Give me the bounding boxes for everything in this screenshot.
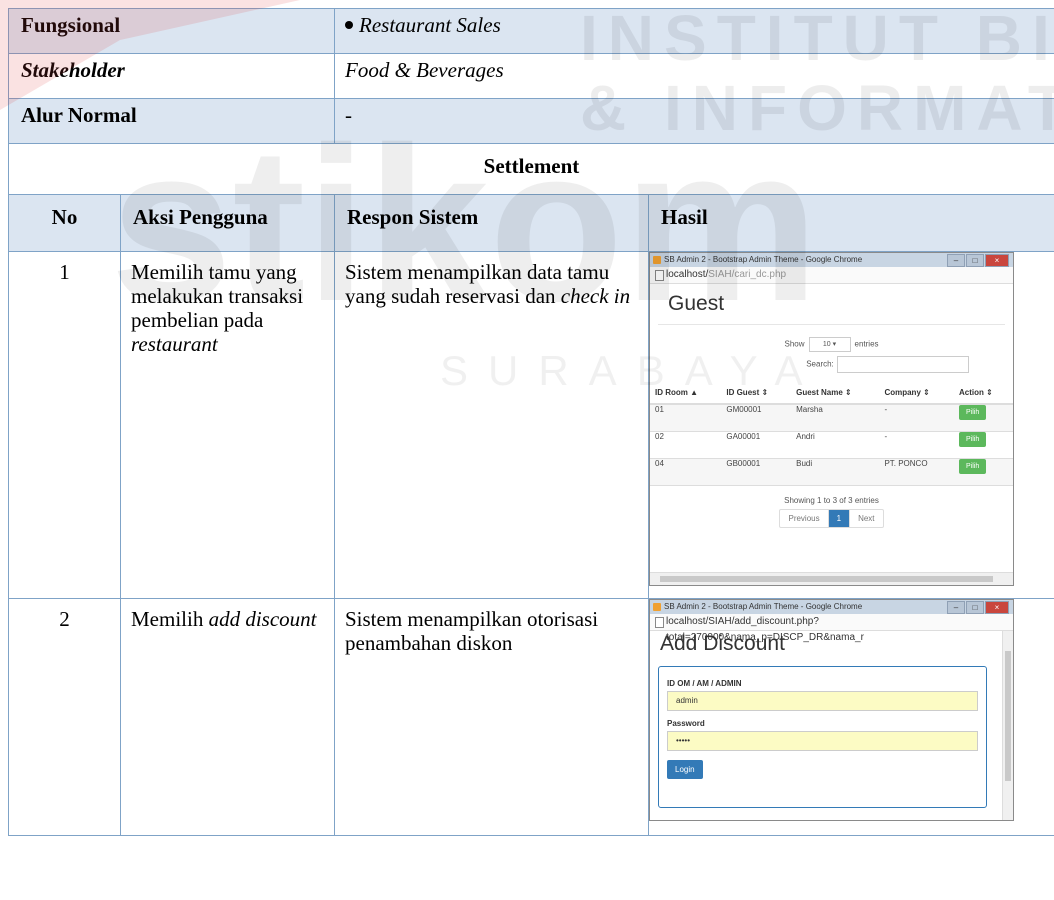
th-id-room[interactable]: ID Room ▲ [650, 381, 722, 405]
col-respon: Respon Sistem [347, 205, 479, 229]
search-input[interactable] [836, 356, 969, 373]
stakeholder-label: Stakeholder [21, 58, 125, 82]
step-number: 1 [59, 260, 70, 284]
table-footer: Showing 1 to 3 of 3 entries Previous 1 N… [650, 496, 1013, 528]
step-response: Sistem menampilkan otorisasi penambahan … [345, 607, 599, 655]
row-fungsional: Fungsional Restaurant Sales [8, 8, 1054, 54]
bullet-icon [345, 21, 353, 30]
row-alur-normal: Alur Normal - [8, 98, 1054, 144]
use-case-table: Fungsional Restaurant Sales Stakeholder … [8, 8, 1054, 836]
next-button[interactable]: Next [849, 510, 882, 527]
step-row: 2 Memilih add discount Sistem menampilka… [8, 598, 1054, 836]
step-action: Memilih tamu yang melakukan transaksi pe… [131, 260, 304, 356]
step-row: 1 Memilih tamu yang melakukan transaksi … [8, 251, 1054, 599]
row-section: Settlement [8, 143, 1054, 195]
show-entries: Show 10 ▾ entries [650, 337, 1013, 352]
address-bar[interactable]: localhost/SIAH/cari_dc.php [650, 267, 1013, 284]
col-hasil: Hasil [661, 205, 708, 229]
close-icon[interactable]: × [985, 601, 1009, 614]
table-row: 01 GM00001 Marsha - Pilih [650, 404, 1013, 432]
minimize-icon[interactable]: – [947, 254, 965, 267]
window-titlebar: SB Admin 2 - Bootstrap Admin Theme - Goo… [650, 253, 1013, 267]
password-label: Password [667, 719, 705, 728]
th-id-guest[interactable]: ID Guest ⇕ [721, 381, 792, 405]
id-label: ID OM / AM / ADMIN [667, 679, 742, 688]
col-no: No [51, 205, 78, 229]
entries-select[interactable]: 10 ▾ [808, 337, 851, 352]
search-row: Search: [650, 356, 1013, 373]
guest-table: ID Room ▲ ID Guest ⇕ Guest Name ⇕ Compan… [650, 381, 1013, 486]
step-response: Sistem menampilkan data tamu yang sudah … [345, 260, 631, 308]
section-title: Settlement [483, 154, 580, 178]
login-panel: ID OM / AM / ADMIN admin Password ••••• … [658, 666, 987, 808]
pilih-button[interactable]: Pilih [958, 432, 987, 447]
id-input[interactable]: admin [667, 691, 978, 711]
step-action: Memilih add discount [131, 607, 317, 631]
table-row: 02 GA00001 Andri - Pilih [650, 431, 1013, 459]
page-1-button[interactable]: 1 [827, 510, 850, 527]
add-discount-screenshot: SB Admin 2 - Bootstrap Admin Theme - Goo… [649, 599, 1014, 821]
pagination: Previous 1 Next [779, 509, 884, 528]
pilih-button[interactable]: Pilih [958, 459, 987, 474]
password-input[interactable]: ••••• [667, 731, 978, 751]
stakeholder-value: Food & Beverages [345, 58, 504, 82]
maximize-icon[interactable]: □ [966, 254, 984, 267]
th-action[interactable]: Action ⇕ [953, 381, 1013, 405]
step-number: 2 [59, 607, 70, 631]
page-icon [655, 617, 664, 628]
app-icon [653, 256, 661, 264]
minimize-icon[interactable]: – [947, 601, 965, 614]
page-title: Guest [658, 284, 1005, 325]
login-button[interactable]: Login [667, 760, 703, 779]
page-icon [655, 270, 664, 281]
th-company[interactable]: Company ⇕ [879, 381, 954, 405]
horizontal-scrollbar[interactable] [650, 572, 1013, 585]
fungsional-value: Restaurant Sales [359, 13, 501, 37]
prev-button[interactable]: Previous [780, 510, 827, 527]
close-icon[interactable]: × [985, 254, 1009, 267]
window-titlebar: SB Admin 2 - Bootstrap Admin Theme - Goo… [650, 600, 1013, 614]
th-guest-name[interactable]: Guest Name ⇕ [791, 381, 880, 405]
fungsional-label: Fungsional [21, 13, 121, 37]
col-aksi: Aksi Pengguna [133, 205, 268, 229]
pilih-button[interactable]: Pilih [958, 405, 987, 420]
vertical-scrollbar[interactable] [1002, 631, 1013, 820]
app-icon [653, 603, 661, 611]
entries-info: Showing 1 to 3 of 3 entries [784, 496, 879, 505]
table-row: 04 GB00001 Budi PT. PONCO Pilih [650, 458, 1013, 486]
maximize-icon[interactable]: □ [966, 601, 984, 614]
row-stakeholder: Stakeholder Food & Beverages [8, 53, 1054, 99]
alur-normal-label: Alur Normal [21, 103, 137, 127]
column-header-row: No Aksi Pengguna Respon Sistem Hasil [8, 194, 1054, 252]
address-bar[interactable]: localhost/SIAH/add_discount.php?total=27… [650, 614, 1013, 643]
guest-screenshot: SB Admin 2 - Bootstrap Admin Theme - Goo… [649, 252, 1014, 586]
alur-normal-value: - [345, 103, 352, 127]
